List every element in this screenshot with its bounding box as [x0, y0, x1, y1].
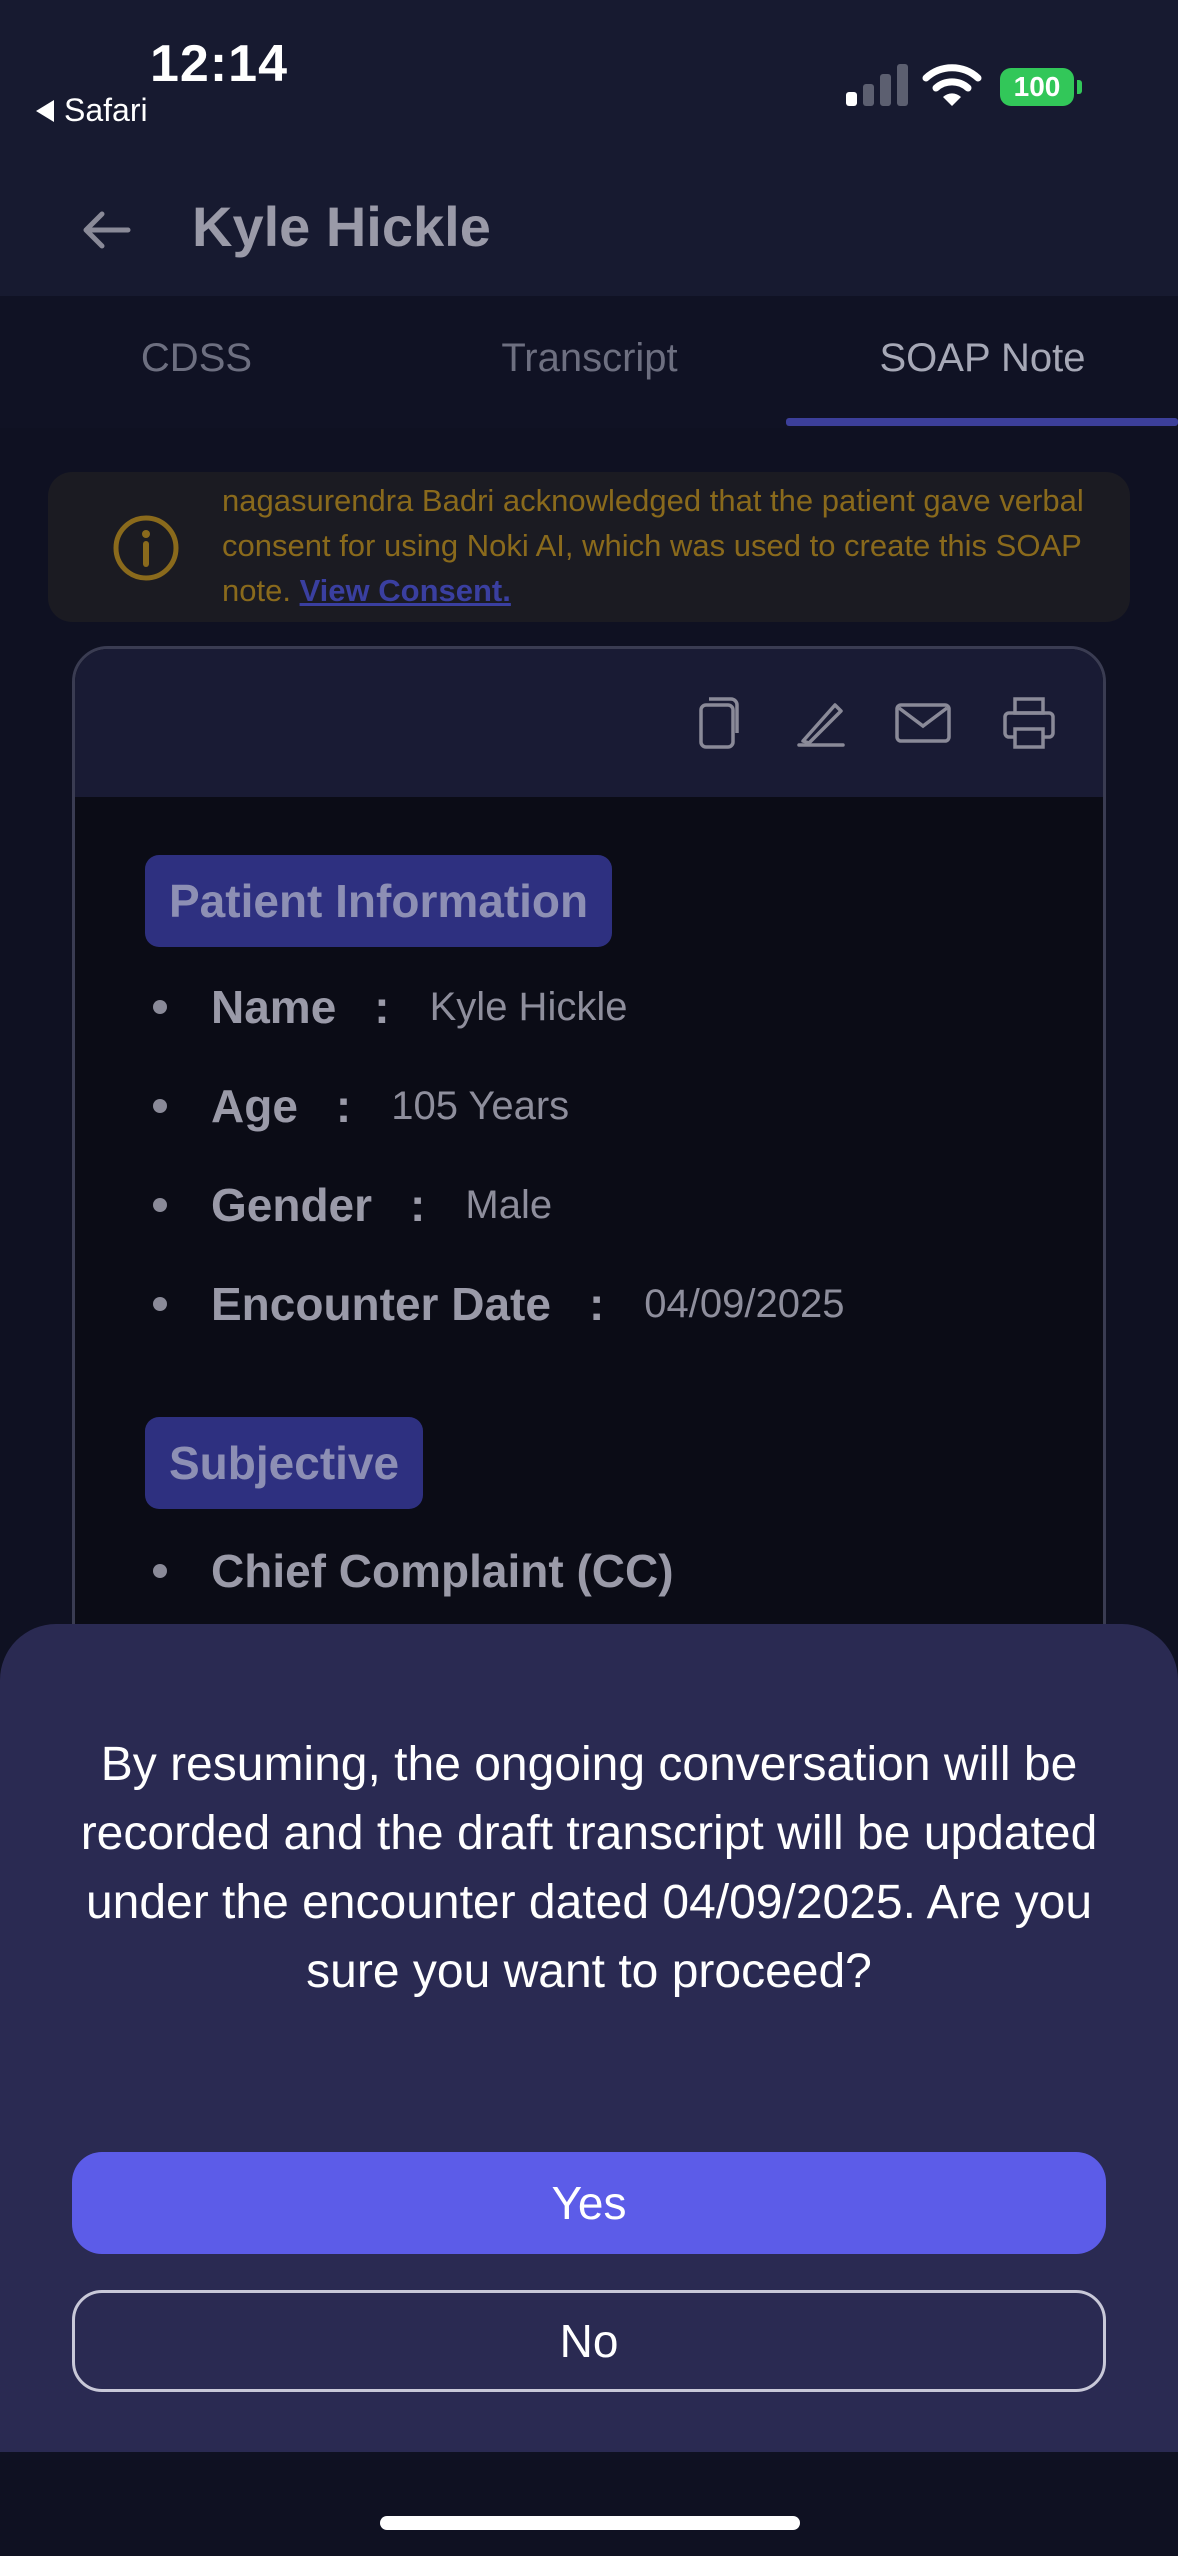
- field-label: Name: [211, 981, 337, 1033]
- field-label: Gender: [211, 1179, 373, 1231]
- field-value: Kyle Hickle: [429, 984, 628, 1029]
- item-label: Chief Complaint (CC): [211, 1545, 674, 1597]
- back-triangle-icon: [36, 99, 54, 122]
- field-encounter-date: Encounter Date : 04/09/2025: [145, 1274, 844, 1334]
- yes-button[interactable]: Yes: [72, 2152, 1106, 2254]
- field-separator: :: [335, 1080, 352, 1132]
- field-gender: Gender : Male: [145, 1175, 552, 1235]
- bullet: [153, 1000, 167, 1014]
- copy-icon[interactable]: [687, 693, 747, 753]
- bullet: [153, 1564, 167, 1578]
- consent-banner: nagasurendra Badri acknowledged that the…: [48, 472, 1130, 622]
- subjective-item: Chief Complaint (CC): [145, 1541, 674, 1601]
- field-separator: :: [374, 981, 390, 1033]
- view-consent-link[interactable]: View Consent.: [300, 573, 511, 608]
- field-name: Name : Kyle Hickle: [145, 977, 627, 1037]
- field-value: 04/09/2025: [644, 1281, 845, 1326]
- no-button[interactable]: No: [72, 2290, 1106, 2392]
- field-value: 105 Years: [391, 1083, 570, 1128]
- bullet: [153, 1198, 167, 1212]
- tab-transcript[interactable]: Transcript: [393, 336, 786, 381]
- field-separator: :: [588, 1278, 605, 1330]
- bullet: [153, 1099, 167, 1113]
- edit-icon[interactable]: [791, 693, 851, 753]
- note-toolbar: [75, 649, 1103, 797]
- battery-nub: [1077, 80, 1082, 94]
- tab-bar: CDSS Transcript SOAP Note: [0, 296, 1178, 428]
- back-app-label: Safari: [64, 92, 148, 128]
- confirmation-sheet: By resuming, the ongoing conversation wi…: [0, 1624, 1178, 2452]
- section-patient-information: Patient Information: [145, 855, 613, 947]
- section-subjective: Subjective: [145, 1417, 424, 1509]
- cellular-signal-icon: [846, 62, 908, 106]
- tab-soap-note[interactable]: SOAP Note: [786, 336, 1178, 381]
- info-icon: [113, 515, 179, 581]
- consent-text: nagasurendra Badri acknowledged that the…: [222, 478, 1122, 613]
- field-age: Age : 105 Years: [145, 1076, 569, 1136]
- field-label: Age: [211, 1080, 298, 1132]
- bullet: [153, 1297, 167, 1311]
- mail-icon[interactable]: [893, 693, 953, 753]
- tab-cdss[interactable]: CDSS: [0, 336, 393, 381]
- field-value: Male: [465, 1182, 553, 1227]
- battery-icon: 100: [1000, 68, 1074, 106]
- back-arrow-icon[interactable]: [76, 200, 136, 260]
- home-indicator[interactable]: [380, 2516, 800, 2530]
- back-to-safari[interactable]: Safari: [36, 92, 148, 129]
- page-title: Kyle Hickle: [192, 195, 491, 258]
- confirmation-message: By resuming, the ongoing conversation wi…: [80, 1738, 1098, 1998]
- field-separator: :: [410, 1179, 426, 1231]
- bottom-safe-area: [0, 2452, 1178, 2556]
- status-time: 12:14: [150, 35, 288, 93]
- wifi-icon: [922, 64, 982, 106]
- app-header: Kyle Hickle: [0, 170, 1178, 296]
- field-label: Encounter Date: [211, 1278, 551, 1330]
- active-tab-indicator: [786, 418, 1178, 426]
- print-icon[interactable]: [999, 693, 1059, 753]
- status-bar: 12:14 Safari 100: [0, 0, 1178, 170]
